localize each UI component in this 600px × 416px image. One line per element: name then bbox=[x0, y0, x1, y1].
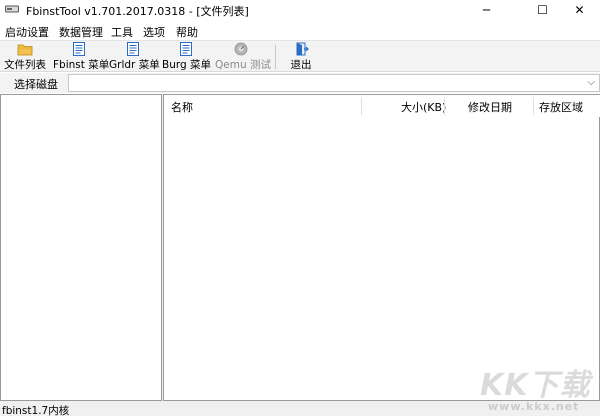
disk-select-dropdown[interactable]: ⌵ bbox=[68, 74, 600, 92]
burg-menu-button[interactable]: Burg 菜单 bbox=[162, 42, 211, 72]
watermark-url: www.kkx.net bbox=[488, 400, 580, 413]
file-list-header: 名称 大小(KB) 修改日期 存放区域 bbox=[164, 95, 600, 117]
exit-icon bbox=[296, 42, 309, 56]
qemu-icon bbox=[234, 42, 248, 56]
fbinst-menu-button[interactable]: Fbinst 菜单 bbox=[53, 42, 110, 72]
toolbar-separator bbox=[275, 45, 276, 69]
column-header-storage-area[interactable]: 存放区域 bbox=[539, 99, 583, 115]
toolbar: 文件列表 Fbinst 菜单 Grldr 菜单 Burg 菜单 Qemu 测试 … bbox=[0, 40, 600, 72]
document-icon bbox=[73, 42, 85, 56]
grldr-menu-button[interactable]: Grldr 菜单 bbox=[109, 42, 160, 72]
watermark-logo: KK下载 bbox=[480, 368, 591, 403]
document-icon bbox=[127, 42, 139, 56]
menu-data-management[interactable]: 数据管理 bbox=[59, 24, 103, 40]
folder-icon bbox=[17, 44, 33, 56]
watermark: KK下载 www.kkx.net bbox=[476, 360, 600, 416]
menu-boot-settings[interactable]: 启动设置 bbox=[5, 24, 49, 40]
grldr-menu-label: Grldr 菜单 bbox=[109, 59, 160, 71]
burg-menu-label: Burg 菜单 bbox=[162, 59, 211, 71]
file-list-label: 文件列表 bbox=[4, 59, 46, 71]
column-header-name[interactable]: 名称 bbox=[171, 99, 193, 115]
disk-select-row: 选择磁盘 ⌵ bbox=[0, 73, 600, 93]
disk-select-label: 选择磁盘 bbox=[14, 78, 58, 91]
column-header-modified[interactable]: 修改日期 bbox=[468, 99, 512, 115]
document-icon bbox=[180, 42, 192, 56]
menu-help[interactable]: 帮助 bbox=[176, 24, 198, 40]
menu-bar: 启动设置 数据管理 工具 选项 帮助 bbox=[0, 20, 600, 40]
column-divider[interactable] bbox=[533, 97, 534, 115]
minimize-button[interactable]: ─ bbox=[464, 0, 509, 20]
column-divider[interactable] bbox=[361, 97, 362, 115]
status-text: fbinst1.7内核 bbox=[2, 405, 70, 416]
window-title: FbinstTool v1.701.2017.0318 - [文件列表] bbox=[26, 5, 249, 18]
exit-button[interactable]: 退出 bbox=[283, 42, 319, 72]
app-icon bbox=[5, 5, 19, 13]
chevron-down-icon[interactable]: ⌵ bbox=[587, 77, 595, 88]
qemu-test-label: Qemu 测试 bbox=[215, 59, 271, 71]
file-list-pane[interactable]: 名称 大小(KB) 修改日期 存放区域 bbox=[163, 94, 600, 401]
title-bar: FbinstTool v1.701.2017.0318 - [文件列表] ─ ☐… bbox=[0, 0, 600, 20]
menu-tools[interactable]: 工具 bbox=[111, 24, 133, 40]
close-button[interactable]: ✕ bbox=[557, 0, 600, 20]
fbinst-menu-label: Fbinst 菜单 bbox=[53, 59, 110, 71]
column-header-size[interactable]: 大小(KB) bbox=[401, 99, 446, 115]
file-list-button[interactable]: 文件列表 bbox=[3, 42, 47, 72]
qemu-test-button[interactable]: Qemu 测试 bbox=[215, 42, 271, 72]
partition-tree-pane[interactable] bbox=[0, 94, 162, 401]
menu-options[interactable]: 选项 bbox=[143, 24, 165, 40]
exit-label: 退出 bbox=[290, 59, 312, 71]
column-divider[interactable] bbox=[444, 97, 445, 115]
